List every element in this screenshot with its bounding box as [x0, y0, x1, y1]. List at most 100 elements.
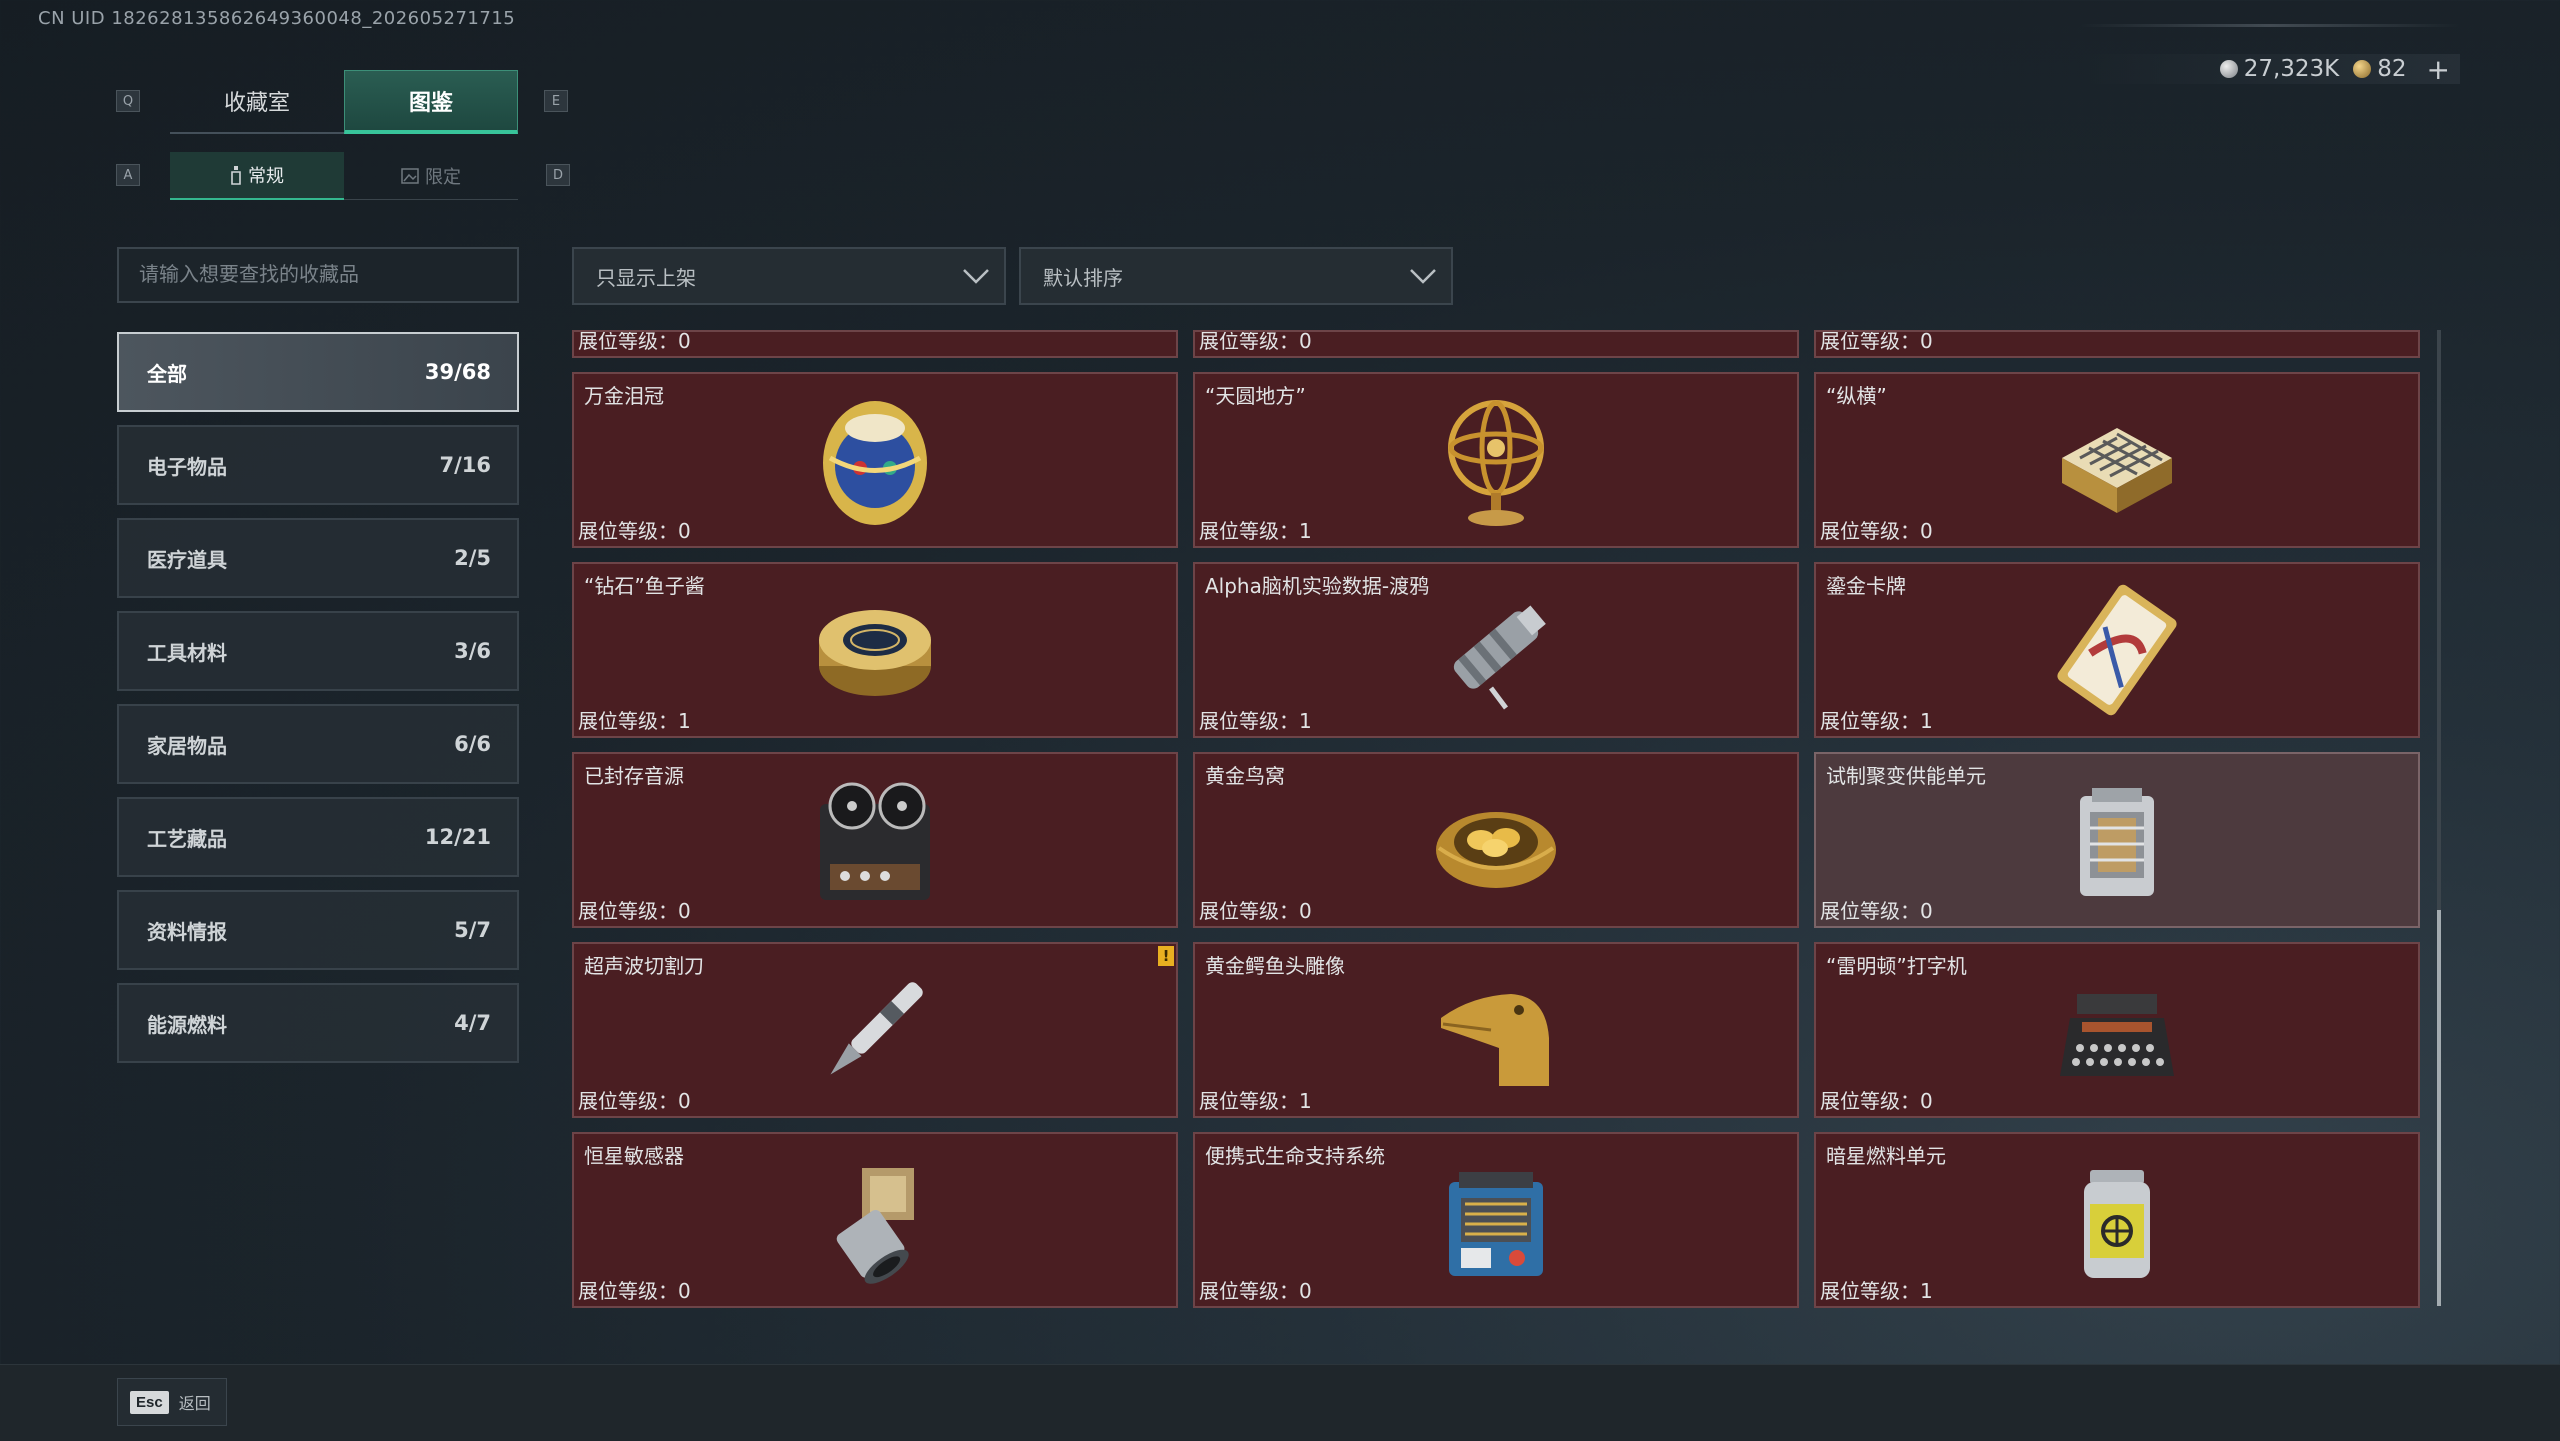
esc-key-label: Esc — [130, 1390, 169, 1414]
item-name: 恒星敏感器 — [584, 1144, 684, 1168]
life-support-icon — [1449, 1172, 1543, 1276]
fusion-cell-icon — [2080, 788, 2154, 896]
category-count: 3/6 — [454, 639, 491, 663]
category-count: 7/16 — [439, 453, 491, 477]
add-currency-button[interactable]: + — [2427, 53, 2450, 86]
collection-card[interactable]: 恒星敏感器 展位等级：0 — [572, 1132, 1178, 1308]
subtab-limited-label: 限定 — [425, 166, 461, 188]
collection-card[interactable]: 黄金鸟窝 展位等级：0 — [1193, 752, 1799, 928]
collection-card[interactable]: 黄金鳄鱼头雕像 展位等级：1 — [1193, 942, 1799, 1118]
bottom-bar — [0, 1364, 2560, 1441]
item-level: 展位等级：0 — [578, 330, 691, 353]
collection-card[interactable]: “雷明顿”打字机 展位等级：0 — [1814, 942, 2420, 1118]
category-electronics[interactable]: 电子物品 7/16 — [117, 425, 519, 505]
item-name: 黄金鳄鱼头雕像 — [1205, 954, 1345, 978]
collection-card[interactable]: 已封存音源 展位等级：0 — [572, 752, 1178, 928]
item-level: 展位等级：0 — [1820, 330, 1933, 353]
ultrasonic-knife-icon — [830, 982, 923, 1075]
item-level: 展位等级：1 — [578, 709, 691, 733]
sort-dropdown[interactable]: 默认排序 — [1019, 247, 1453, 305]
tape-recorder-icon — [820, 782, 930, 900]
key-hint-e: E — [544, 90, 568, 112]
category-intel[interactable]: 资料情报 5/7 — [117, 890, 519, 970]
item-level: 展位等级：0 — [1199, 330, 1312, 353]
collection-card-partial[interactable]: 展位等级：0 — [572, 330, 1178, 358]
collection-card[interactable]: 试制聚变供能单元 展位等级：0 — [1814, 752, 2420, 928]
item-name: 黄金鸟窝 — [1205, 764, 1285, 788]
category-label: 工艺藏品 — [147, 826, 227, 851]
item-name: “钻石”鱼子酱 — [584, 574, 705, 598]
gold-currency: 82 — [2353, 56, 2407, 82]
sort-dropdown-value: 默认排序 — [1043, 265, 1123, 290]
image-icon — [401, 167, 419, 184]
caviar-tin-icon — [819, 610, 931, 696]
data-cylinder-icon — [1453, 605, 1546, 710]
silver-currency: 27,323K — [2219, 56, 2339, 82]
item-level: 展位等级：0 — [578, 519, 691, 543]
item-name: 试制聚变供能单元 — [1826, 764, 1986, 788]
search-input[interactable] — [119, 249, 517, 301]
fuel-canister-icon — [2084, 1170, 2150, 1278]
filter-dropdown[interactable]: 只显示上架 — [572, 247, 1006, 305]
category-label: 能源燃料 — [147, 1012, 227, 1037]
item-name: Alpha脑机实验数据-渡鸦 — [1205, 574, 1430, 598]
item-name: “雷明顿”打字机 — [1826, 954, 1967, 978]
category-count: 39/68 — [424, 360, 491, 384]
category-tools[interactable]: 工具材料 3/6 — [117, 611, 519, 691]
category-medical[interactable]: 医疗道具 2/5 — [117, 518, 519, 598]
currency-bar: 27,323K 82 + — [2080, 53, 2460, 86]
chevron-down-icon — [1410, 269, 1436, 284]
collection-card[interactable]: “钻石”鱼子酱 展位等级：1 — [572, 562, 1178, 738]
item-name: 便携式生命支持系统 — [1205, 1144, 1385, 1168]
collection-card-partial[interactable]: 展位等级：0 — [1193, 330, 1799, 358]
grid-scrollbar-thumb[interactable] — [2437, 910, 2441, 1306]
collection-card[interactable]: “纵横” 展位等级：0 — [1814, 372, 2420, 548]
silver-coin-icon — [2219, 60, 2238, 78]
item-name: “天圆地方” — [1205, 384, 1306, 408]
item-level: 展位等级：0 — [1820, 519, 1933, 543]
item-level: 展位等级：1 — [1820, 1279, 1933, 1303]
category-count: 4/7 — [454, 1011, 491, 1035]
sub-tabs: 常规 限定 — [170, 152, 518, 200]
key-hint-a: A — [116, 164, 140, 186]
armillary-sphere-icon — [1448, 400, 1544, 526]
category-all[interactable]: 全部 39/68 — [117, 332, 519, 412]
item-name: 暗星燃料单元 — [1826, 1144, 1946, 1168]
item-level: 展位等级：1 — [1820, 709, 1933, 733]
collection-card[interactable]: 暗星燃料单元 展位等级：1 — [1814, 1132, 2420, 1308]
item-level: 展位等级：1 — [1199, 1089, 1312, 1113]
uid-label: CN UID 182628135862649360048_20260527171… — [38, 8, 516, 29]
collection-card[interactable]: Alpha脑机实验数据-渡鸦 展位等级：1 — [1193, 562, 1799, 738]
filter-dropdown-value: 只显示上架 — [596, 265, 696, 290]
collection-card[interactable]: 超声波切割刀 ! 展位等级：0 — [572, 942, 1178, 1118]
chess-box-icon — [2062, 428, 2172, 513]
category-label: 医疗道具 — [147, 547, 227, 572]
subtab-limited[interactable]: 限定 — [344, 152, 518, 200]
top-decor-line — [2080, 24, 2460, 27]
category-count: 5/7 — [454, 918, 491, 942]
tab-collection-room[interactable]: 收藏室 — [170, 70, 344, 134]
collection-card[interactable]: 鎏金卡牌 展位等级：1 — [1814, 562, 2420, 738]
item-name: 超声波切割刀 — [584, 954, 704, 978]
category-crafts[interactable]: 工艺藏品 12/21 — [117, 797, 519, 877]
key-hint-q: Q — [116, 90, 140, 112]
golden-nest-icon — [1436, 812, 1556, 888]
category-count: 6/6 — [454, 732, 491, 756]
category-label: 工具材料 — [147, 640, 227, 665]
subtab-regular[interactable]: 常规 — [170, 152, 344, 200]
item-name: 已封存音源 — [584, 764, 684, 788]
item-level: 展位等级：0 — [578, 899, 691, 923]
category-sidebar: 全部 39/68 电子物品 7/16 医疗道具 2/5 工具材料 3/6 家居物品 6/6… — [117, 332, 519, 1076]
category-energy[interactable]: 能源燃料 4/7 — [117, 983, 519, 1063]
item-level: 展位等级：0 — [1820, 899, 1933, 923]
collection-card[interactable]: 便携式生命支持系统 展位等级：0 — [1193, 1132, 1799, 1308]
key-hint-d: D — [546, 164, 570, 186]
item-name: “纵横” — [1826, 384, 1887, 408]
collection-card[interactable]: “天圆地方” 展位等级：1 — [1193, 372, 1799, 548]
back-button[interactable]: Esc 返回 — [117, 1378, 227, 1426]
collection-card[interactable]: 万金泪冠 展位等级：0 — [572, 372, 1178, 548]
category-household[interactable]: 家居物品 6/6 — [117, 704, 519, 784]
item-level: 展位等级：0 — [1199, 1279, 1312, 1303]
tab-codex[interactable]: 图鉴 — [344, 70, 518, 134]
collection-card-partial[interactable]: 展位等级：0 — [1814, 330, 2420, 358]
